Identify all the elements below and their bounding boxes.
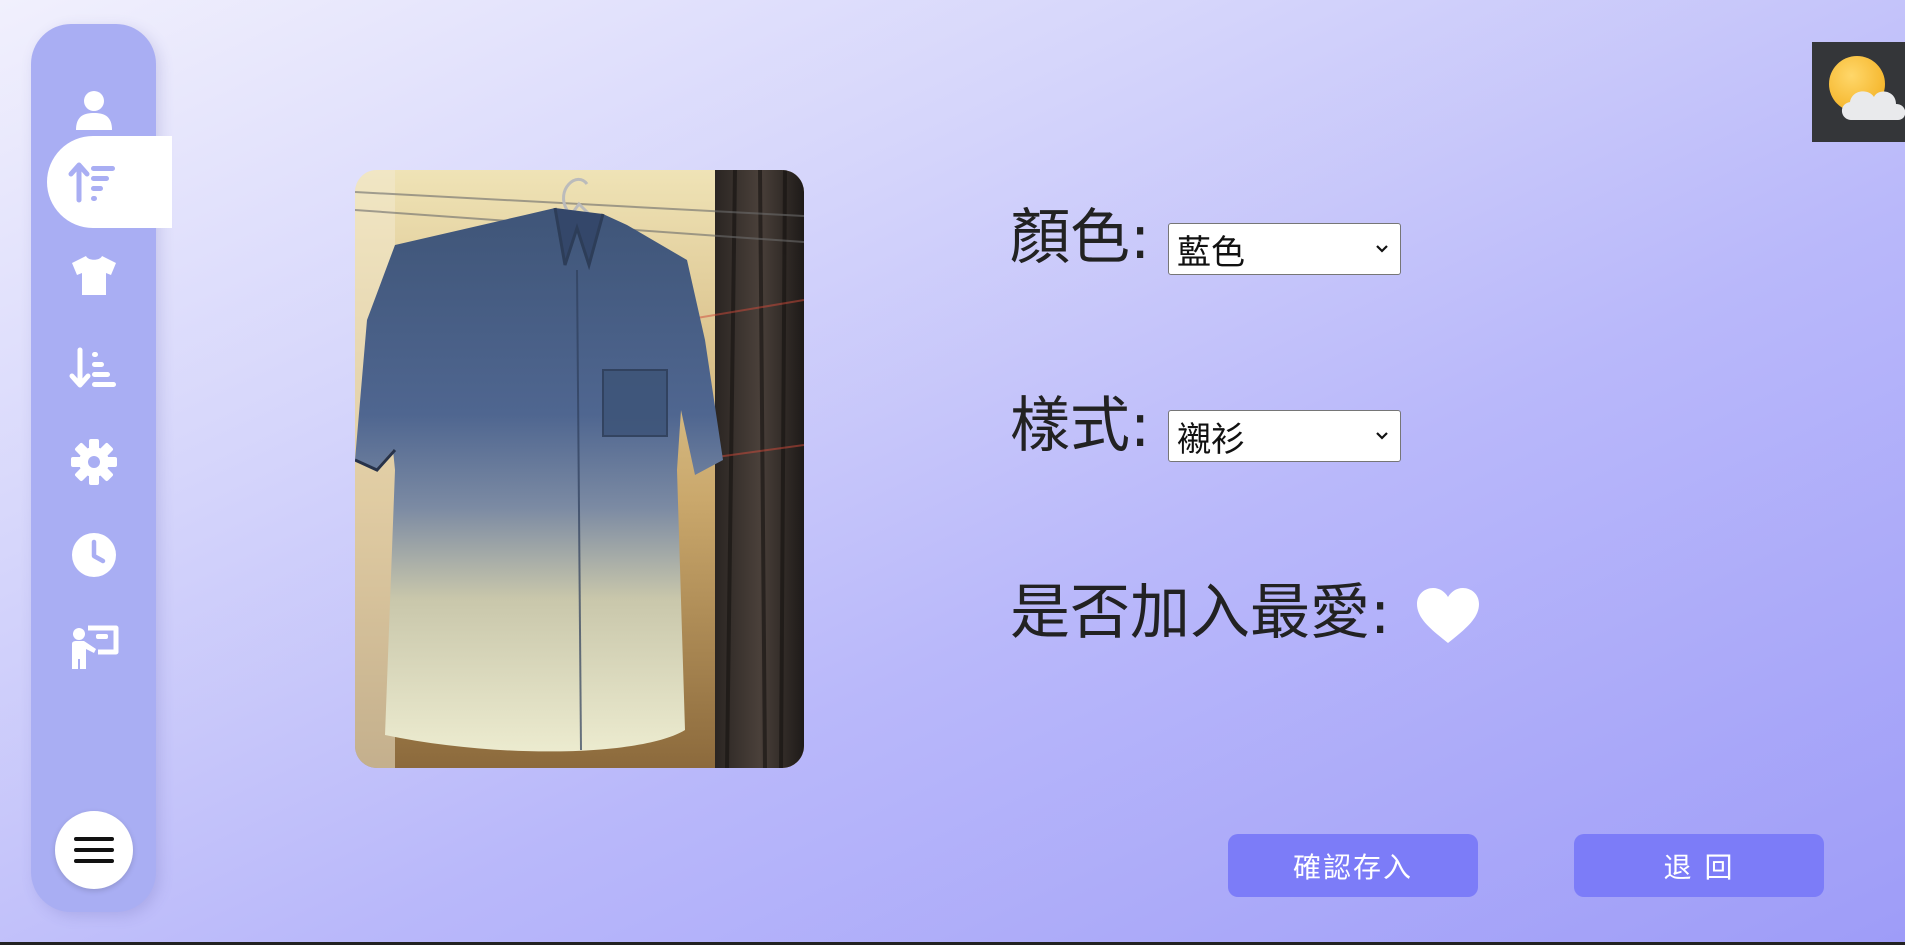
chevron-down-icon [1376,245,1388,253]
sidebar-item-presentation[interactable] [31,602,156,694]
sort-ascending-icon [68,162,115,203]
back-button[interactable]: 退 回 [1574,834,1824,897]
favorite-label: 是否加入最愛: [1010,578,1391,648]
clothing-photo [355,170,804,768]
sort-descending-icon [69,347,116,388]
weather-widget[interactable] [1812,42,1905,142]
clock-icon [71,533,116,577]
heart-icon[interactable] [1414,586,1482,646]
gear-icon [70,439,117,485]
partly-cloudy-icon [1829,56,1905,120]
confirm-save-button[interactable]: 確認存入 [1228,834,1478,897]
menu-button[interactable] [55,811,133,889]
hamburger-menu-icon [74,837,114,863]
sidebar-item-history[interactable] [31,509,156,601]
color-label: 顏色: [1010,203,1151,273]
shirt-icon [71,256,116,295]
sidebar [31,24,172,912]
presenter-icon [71,625,118,669]
sidebar-item-settings[interactable] [31,416,156,508]
sidebar-item-sort-descending[interactable] [31,322,156,414]
color-select[interactable]: 藍色 [1168,223,1401,275]
sidebar-item-clothes[interactable] [31,229,156,321]
style-label: 樣式: [1010,391,1151,461]
style-select[interactable]: 襯衫 [1168,410,1401,462]
sidebar-item-sort-ascending[interactable] [47,136,172,228]
chevron-down-icon [1376,432,1388,440]
color-select-value: 藍色 [1177,232,1245,273]
style-select-value: 襯衫 [1177,419,1245,460]
user-icon [75,91,112,130]
